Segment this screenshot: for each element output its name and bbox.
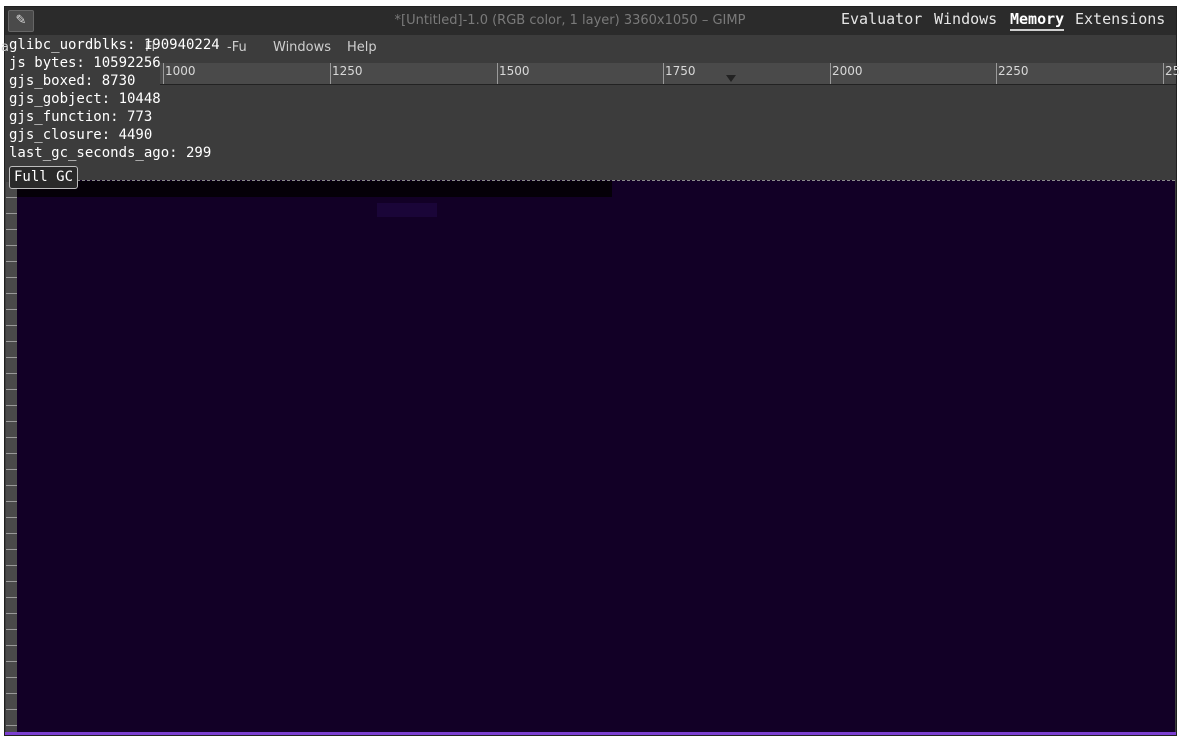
horizontal-ruler[interactable]: 1000 1250 1500 1750 2000 2250 25 [160,63,1179,85]
memory-stat-gjs-boxed: gjs_boxed: 8730 [9,73,136,89]
window-title: *[Untitled]-1.0 (RGB color, 1 layer) 336… [394,13,746,28]
memory-stat-js-bytes: js bytes: 10592256 [9,55,161,71]
memory-stat-last-gc: last_gc_seconds_ago: 299 [9,145,212,161]
menu-item-script-fu[interactable]: -Fu [227,40,247,55]
image-canvas[interactable] [17,180,1175,733]
ruler-label: 2000 [832,64,863,78]
tab-memory[interactable]: Memory [1010,10,1065,31]
ruler-label: 2250 [998,64,1029,78]
ruler-label: 25 [1165,64,1179,78]
pointer-marker-icon [726,75,736,82]
menu-item-a[interactable]: a [1,40,9,55]
ruler-label: 1500 [499,64,530,78]
tab-extensions[interactable]: Extensions [1075,10,1165,28]
tab-windows[interactable]: Windows [934,10,997,28]
menu-item-windows[interactable]: Windows [273,40,331,55]
memory-panel: glibc_uordblks: 190940224 js bytes: 1059… [9,36,220,189]
memory-stat-gjs-function: gjs_function: 773 [9,109,153,125]
memory-stat-glibc-uordblks: glibc_uordblks: 190940224 [9,37,220,53]
ruler-label: 1750 [665,64,696,78]
canvas-region [377,203,437,217]
looking-glass-tabs: Evaluator Windows Memory Extensions [841,10,1171,31]
eyedropper-icon[interactable]: ✎ [8,10,34,32]
full-gc-button[interactable]: Full GC [9,166,79,189]
tab-evaluator[interactable]: Evaluator [841,10,922,28]
memory-stat-gjs-closure: gjs_closure: 4490 [9,127,153,143]
ruler-label: 1250 [332,64,363,78]
vertical-ruler[interactable] [6,182,17,734]
accent-line [5,732,1176,735]
menu-item-help[interactable]: Help [347,40,377,55]
memory-stat-gjs-gobject: gjs_gobject: 10448 [9,91,161,107]
